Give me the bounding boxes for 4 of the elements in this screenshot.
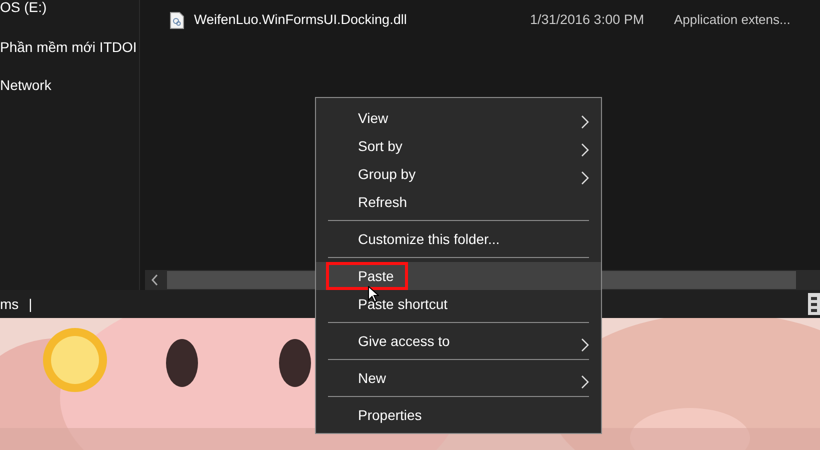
status-separator: |: [28, 294, 32, 314]
status-text: ms: [0, 294, 19, 314]
file-type: Application extens...: [674, 11, 790, 30]
file-date: 1/31/2016 3:00 PM: [530, 10, 646, 29]
